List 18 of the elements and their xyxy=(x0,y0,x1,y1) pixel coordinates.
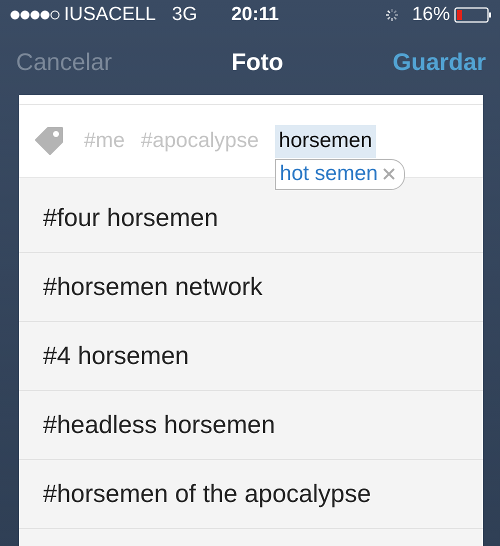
network-type: 3G xyxy=(172,4,198,26)
tag-input[interactable]: horsemen xyxy=(274,124,376,158)
carrier-name: IUSACELL xyxy=(64,4,156,26)
autocorrect-popup[interactable]: hot semen xyxy=(274,158,405,190)
activity-spinner-icon xyxy=(384,7,400,23)
suggestion-item[interactable]: #4 horsemen xyxy=(19,322,483,391)
suggestion-item[interactable]: #horsemen of the apocalypse xyxy=(19,460,483,529)
clock-time: 20:11 xyxy=(231,4,279,26)
autocorrect-suggestion: hot semen xyxy=(280,162,378,186)
screen-title: Foto xyxy=(231,48,284,76)
suggestion-item[interactable]: #four horsemen xyxy=(19,184,483,253)
suggestion-item[interactable]: #horsemen network xyxy=(19,253,483,322)
close-icon[interactable] xyxy=(382,168,395,180)
signal-icon xyxy=(10,10,60,20)
battery-icon xyxy=(454,7,492,23)
tag-icon xyxy=(34,125,66,157)
suggestion-item[interactable]: #headless horsemen xyxy=(19,391,483,460)
battery-percent: 16% xyxy=(412,4,450,26)
